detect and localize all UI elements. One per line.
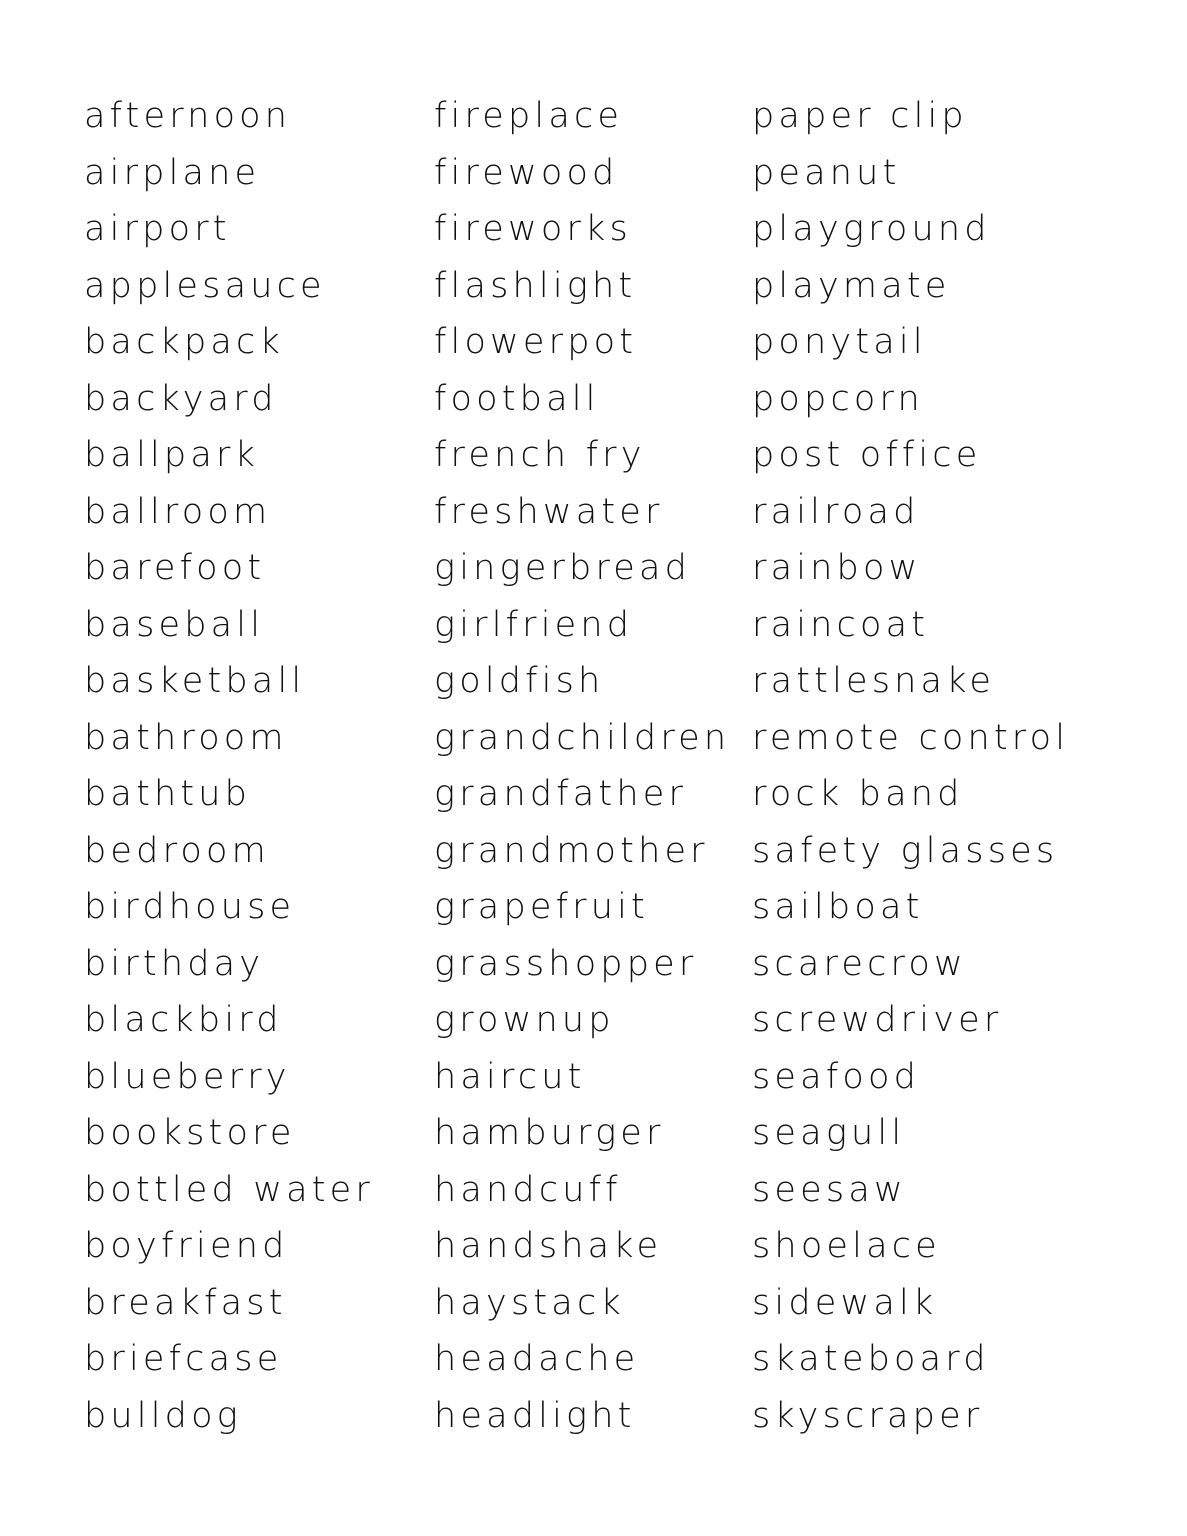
word-item: seagull	[752, 1113, 906, 1153]
word-item: grandfather	[434, 774, 688, 814]
word-item: scarecrow	[752, 943, 967, 984]
word-item: airport	[84, 209, 231, 249]
word-item: gingerbread	[434, 548, 692, 588]
word-item: baseball	[84, 604, 265, 645]
word-item: post office	[752, 435, 982, 475]
word-item: barefoot	[84, 548, 266, 588]
word-column-3: paper clip peanut playground playmate ponyta…	[752, 88, 1069, 1444]
word-item: backyard	[84, 378, 278, 419]
word-item: handshake	[434, 1226, 663, 1266]
word-item: bulldog	[84, 1395, 242, 1436]
word-item: fireworks	[434, 209, 632, 249]
word-item: headache	[434, 1339, 640, 1379]
word-item: fireplace	[434, 96, 624, 136]
word-item: briefcase	[84, 1339, 283, 1379]
word-item: football	[434, 378, 600, 419]
word-item: french fry	[434, 435, 646, 475]
word-item: ballpark	[84, 435, 260, 475]
word-item: airplane	[84, 152, 261, 193]
word-item: girlfriend	[434, 604, 634, 645]
word-item: ballroom	[84, 491, 272, 532]
word-item: grandmother	[434, 830, 709, 871]
word-item: bathtub	[84, 774, 252, 814]
word-item: sailboat	[752, 887, 924, 927]
word-item: shoelace	[752, 1226, 941, 1266]
word-item: blackbird	[84, 1000, 283, 1040]
word-item: hamburger	[434, 1113, 665, 1153]
word-item: haystack	[434, 1282, 625, 1323]
word-item: skyscraper	[752, 1395, 984, 1436]
word-item: safety glasses	[752, 830, 1059, 871]
word-item: headlight	[434, 1395, 636, 1436]
word-item: blueberry	[84, 1056, 291, 1097]
word-item: popcorn	[752, 378, 924, 419]
word-item: basketball	[84, 661, 306, 701]
word-item: freshwater	[434, 491, 664, 532]
word-item: raincoat	[752, 604, 930, 645]
word-item: flowerpot	[434, 322, 638, 362]
word-item: grasshopper	[434, 943, 698, 984]
word-item: playground	[752, 209, 991, 249]
word-item: remote control	[752, 717, 1070, 758]
word-item: seesaw	[752, 1169, 907, 1210]
word-item: backpack	[84, 322, 284, 362]
word-item: applesauce	[84, 265, 326, 306]
word-item: sidewalk	[752, 1282, 938, 1323]
word-item: handcuff	[434, 1169, 622, 1210]
word-item: playmate	[752, 265, 951, 306]
word-item: goldfish	[434, 661, 605, 701]
word-item: birdhouse	[84, 887, 296, 927]
word-item: seafood	[752, 1056, 920, 1097]
word-item: skateboard	[752, 1339, 990, 1379]
word-item: rock band	[752, 774, 964, 814]
word-item: flashlight	[434, 265, 637, 306]
word-item: peanut	[752, 152, 901, 193]
word-item: grapefruit	[434, 887, 649, 927]
word-item: firewood	[434, 152, 619, 193]
word-item: bathroom	[84, 717, 288, 758]
word-item: boyfriend	[84, 1226, 289, 1266]
word-item: grandchildren	[434, 717, 731, 758]
word-item: ponytail	[752, 322, 927, 362]
word-item: grownup	[434, 1000, 615, 1040]
word-item: bookstore	[84, 1113, 296, 1153]
word-item: paper clip	[752, 96, 968, 136]
word-item: bedroom	[84, 830, 270, 871]
word-column-1: afternoon airplane airport applesauce backpa…	[84, 88, 374, 1444]
word-item: rainbow	[752, 548, 922, 588]
word-item: rattlesnake	[752, 661, 996, 701]
word-item: birthday	[84, 943, 265, 984]
word-item: screwdriver	[752, 1000, 1003, 1040]
word-list-page: afternoon airplane airport applesauce backpa…	[0, 0, 1187, 1536]
word-item: haircut	[434, 1056, 586, 1097]
word-item: breakfast	[84, 1282, 287, 1323]
word-column-2: fireplace firewood fireworks flashlight flow…	[434, 88, 730, 1444]
word-item: afternoon	[84, 96, 292, 136]
word-item: railroad	[752, 491, 920, 532]
word-item: bottled water	[84, 1169, 374, 1210]
